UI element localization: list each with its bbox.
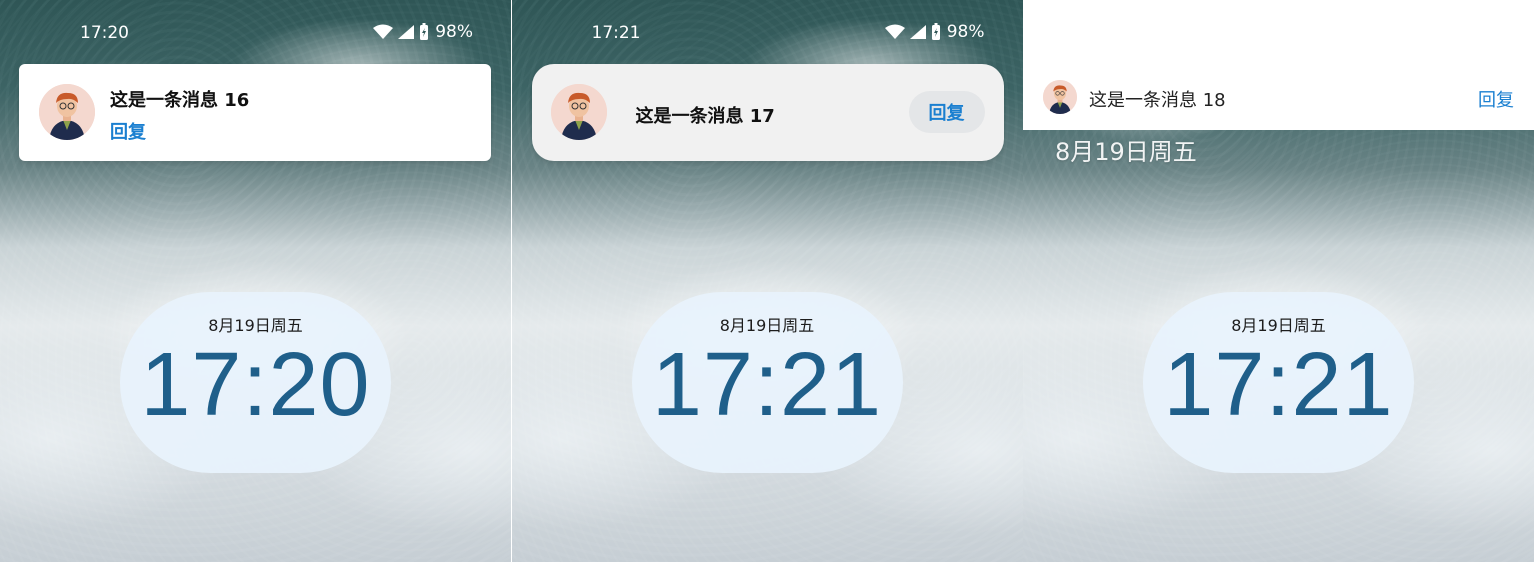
status-bar: 17:21 98%	[512, 20, 1023, 46]
reply-button[interactable]: 回复	[1478, 86, 1514, 112]
clock-widget: 8月19日周五 17:20	[120, 292, 391, 473]
battery-percent: 98%	[435, 22, 473, 42]
signal-icon	[398, 25, 415, 39]
reply-button[interactable]: 回复	[908, 91, 985, 133]
clock-widget: 8月19日周五 17:21	[631, 292, 903, 473]
clock-date: 8月19日周五	[208, 316, 303, 335]
lockscreen-panel-3: 这是一条消息 18 回复 8月19日周五 8月19日周五 17:21	[1023, 0, 1534, 562]
clock-widget: 8月19日周五 17:21	[1143, 292, 1414, 473]
battery-charging-icon	[420, 23, 429, 40]
status-bar: 17:20 98%	[0, 20, 511, 46]
avatar	[550, 84, 607, 140]
notification-card[interactable]: 这是一条消息 16 回复	[19, 64, 491, 161]
notification-card[interactable]: 这是一条消息 18 回复	[1023, 64, 1534, 130]
reply-button[interactable]: 回复	[110, 118, 146, 144]
avatar	[39, 84, 95, 140]
notification-title: 这是一条消息 17	[635, 106, 775, 127]
status-time: 17:21	[591, 23, 641, 43]
status-icons: 98%	[373, 22, 473, 42]
notification-title: 这是一条消息 16	[110, 90, 250, 111]
battery-percent: 98%	[946, 22, 985, 42]
clock-time: 17:21	[1163, 335, 1394, 435]
avatar	[1043, 80, 1077, 114]
wifi-icon	[373, 24, 394, 39]
signal-icon	[909, 25, 926, 39]
battery-charging-icon	[931, 23, 940, 40]
clock-date: 8月19日周五	[719, 316, 815, 335]
wifi-icon	[884, 24, 905, 39]
notification-card[interactable]: 这是一条消息 17 回复	[531, 64, 1004, 161]
notification-title: 这是一条消息 18	[1089, 90, 1226, 111]
status-icons: 98%	[884, 22, 985, 42]
lockscreen-panel-1: 17:20 98% 这是一条消息 16 回复 8月19日周五 17:20	[0, 0, 511, 562]
lockscreen-panel-2: 17:21 98% 这是一条消息 17 回复 8月19日周五 17:21	[511, 0, 1023, 562]
clock-date: 8月19日周五	[1231, 316, 1326, 335]
floating-date: 8月19日周五	[1055, 138, 1197, 166]
clock-time: 17:21	[651, 335, 883, 435]
clock-time: 17:20	[140, 335, 371, 435]
status-time: 17:20	[80, 23, 129, 43]
